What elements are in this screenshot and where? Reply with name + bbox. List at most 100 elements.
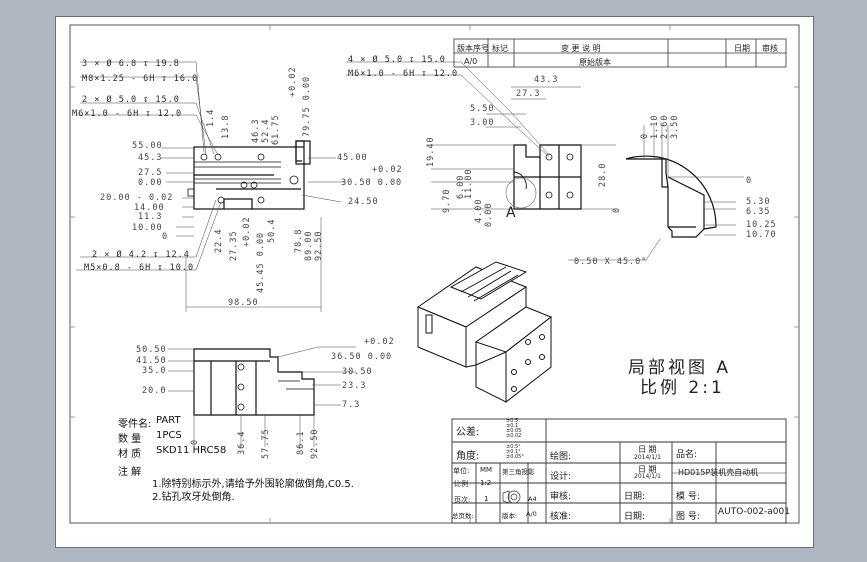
dim-detail-3-5: 3.50 (670, 114, 680, 139)
dim-detail-1-1: 1.10 (650, 114, 660, 139)
dim-41-5: 41.50 (136, 356, 167, 366)
callout-hole-3: 2 × Ø 4.2 ↧ 12.4 (92, 250, 190, 260)
callout-hole-2: 2 × Ø 5.0 ↧ 15.0 (82, 95, 180, 105)
material-value: SKD11 HRC58 (156, 445, 227, 456)
dim-1-4: 1.4 (206, 108, 216, 127)
rev-row-version: A/0 (464, 57, 478, 66)
date-label-4: 日期: (624, 512, 646, 522)
dim-50-4: 50.4 (267, 218, 277, 243)
dim-detail-6-35: 6.35 (746, 207, 771, 217)
dim-9-7: 9.70 (442, 188, 452, 213)
dim-30-5-b: 30.50 (342, 367, 373, 377)
dim-detail-r0: 0 (746, 176, 753, 186)
dim-30-5: 30.50 0.00 (341, 178, 403, 188)
chamfer-note: 0.50 X 45.0° (574, 257, 648, 267)
dim-45-3: 45.3 (138, 153, 163, 163)
dim-36-4: 36.4 (237, 430, 247, 455)
dim-detail-0: 0 (640, 132, 650, 139)
scale-value: 1:2 (480, 479, 492, 487)
dim-92-5: 92.50 (314, 230, 324, 261)
dim-61-75: 61.75 (271, 114, 281, 145)
callout-thread-1: M8×1.25 - 6H ↧ 16.0 (82, 74, 199, 84)
page-value: 1 (484, 495, 489, 503)
dim-10: 10.00 (132, 223, 163, 233)
drawn-label: 绘图: (550, 452, 572, 462)
drawing-no-value: AUTO-002-a001 (718, 507, 790, 517)
dim-0-b: 0 (162, 232, 169, 242)
unit-label: 单位: (453, 467, 470, 475)
pages-label: 总页数: (452, 512, 474, 520)
callout-hole-1: 3 × Ø 6.8 ↧ 19.8 (82, 59, 180, 69)
part-view-top-left (193, 140, 311, 210)
detail-view-scale: 比例 2:1 (640, 378, 725, 398)
dim-detail-10-25: 10.25 (746, 220, 777, 230)
version-label: 版本: (502, 512, 518, 520)
dim-7-3: 7.3 (342, 400, 361, 410)
note-2: 2.钻孔攻牙处倒角. (152, 492, 235, 503)
dim-78-8: 78.8 (294, 228, 304, 253)
model-label: 模 号: (676, 492, 700, 502)
dim-0-d: 0.00 (484, 202, 494, 227)
dim-57-75: 57.75 (261, 428, 271, 459)
tolerance-label: 公差: (456, 427, 480, 438)
dim-28: 28.0 (598, 162, 608, 187)
approve-label: 核准: (550, 512, 572, 522)
qty-label: 数 量 (118, 434, 142, 445)
dim-35: 35.0 (142, 366, 167, 376)
detail-view-a (625, 155, 717, 238)
section-label-a: A (506, 205, 519, 221)
ang-3: ±0.05° (506, 454, 524, 460)
dim-detail-5-3: 5.30 (746, 197, 771, 207)
dim-23-3: 23.3 (342, 381, 367, 391)
dim-27-35: 27.35 (229, 230, 239, 261)
rev-header-review: 审核 (762, 44, 778, 53)
dim-tol-d: +0.02 (364, 337, 395, 347)
dim-92-5-b: 92.50 (310, 428, 320, 459)
dim-50-5: 50.50 (136, 345, 167, 355)
dim-0-e: 0 (612, 206, 622, 213)
product-value: HD015P装机壳自动机 (678, 468, 759, 477)
dim-52-4: 52.4 (261, 118, 271, 143)
dim-89: 89.00 (304, 230, 314, 261)
dim-4: 4.00 (474, 198, 484, 223)
dim-27-5: 27.5 (138, 168, 163, 178)
rev-header-version: 版本序号 (457, 44, 489, 53)
review-label: 审核: (550, 492, 572, 502)
dim-3: 3.00 (470, 118, 495, 128)
part-view-bottom-left (193, 348, 315, 416)
scale-label: 比例 (454, 480, 468, 488)
projection-symbol-icon (502, 490, 521, 504)
notes-title: 注 解 (118, 467, 142, 478)
dim-11: 11.00 (464, 168, 474, 199)
callout-thread-2: M6×1.0 - 6H ↧ 12.0 (72, 109, 183, 119)
dim-45-45: 45.45 0.00 (256, 231, 266, 293)
dim-79-75: 79.75 0.00 (302, 75, 312, 137)
rev-header-mark: 标记 (492, 44, 508, 53)
angle-label: 角度: (456, 451, 480, 462)
dim-22-4: 22.4 (214, 228, 224, 253)
part-view-bottom-left-detail (237, 363, 314, 411)
isometric-view (416, 261, 552, 404)
dim-13-8: 13.8 (221, 114, 231, 139)
dim-0-a: 0.00 (138, 178, 163, 188)
dim-55: 55.00 (132, 141, 163, 151)
dim-detail-10-7: 10.70 (746, 230, 777, 240)
dim-tol-b: +0.02 (372, 165, 403, 175)
rev-header-date: 日期 (734, 44, 750, 53)
dim-19-4: 19.40 (426, 136, 436, 167)
dim-46-3: 46.3 (251, 118, 261, 143)
drawing-no-label: 图 号: (676, 512, 700, 522)
drawing-sheet: 版本序号 标记 变 更 说 明 日期 审核 A/0 原始版本 3 × Ø 6.8… (55, 16, 814, 548)
rev-header-desc: 变 更 说 明 (561, 44, 601, 53)
part-name-label: 零件名: (118, 419, 152, 430)
dim-24-5: 24.50 (348, 197, 379, 207)
unit-value: MM (480, 466, 493, 474)
projection-label: 第三角投影 (502, 468, 535, 476)
date-2: 2014/1/1 (634, 473, 661, 480)
product-label: 品名: (676, 450, 698, 460)
dim-20-b: 20.0 (142, 386, 167, 396)
dim-86-1: 86.1 (296, 430, 306, 455)
tol-4: ±0.02 (506, 433, 522, 439)
dim-45: 45.00 (337, 153, 368, 163)
dim-27-3: 27.3 (516, 89, 541, 99)
